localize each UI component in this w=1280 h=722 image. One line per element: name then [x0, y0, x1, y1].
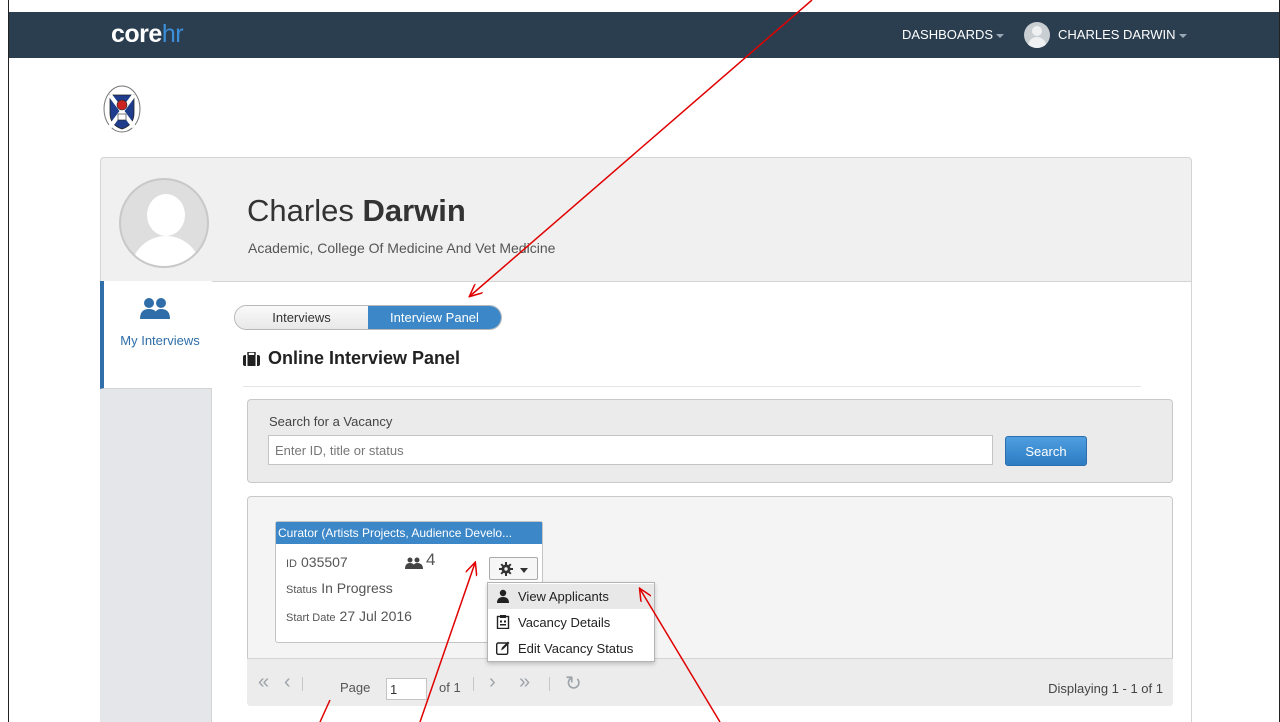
university-crest-icon [103, 85, 141, 133]
caret-down-icon [520, 568, 528, 573]
search-button[interactable]: Search [1005, 436, 1087, 466]
sidebar-item-label: My Interviews [120, 333, 200, 348]
profile-header: Charles Darwin Academic, College Of Medi… [100, 157, 1192, 283]
interview-tabs: Interviews Interview Panel [234, 305, 502, 330]
users-icon [140, 298, 170, 319]
menu-item-label: Edit Vacancy Status [518, 641, 634, 656]
edit-icon [496, 641, 510, 655]
user-avatar-icon[interactable] [1024, 22, 1050, 48]
vacancy-start-label: Start Date [286, 612, 336, 624]
tab-interview-panel[interactable]: Interview Panel [368, 306, 501, 329]
caret-down-icon [996, 33, 1005, 38]
actions-dropdown-menu: View Applicants Vacancy Details Edit Vac… [487, 582, 655, 662]
clipboard-icon [496, 615, 510, 629]
sidebar-empty [100, 389, 212, 722]
vacancy-title[interactable]: Curator (Artists Projects, Audience Deve… [276, 522, 542, 544]
vacancy-id-label: ID [286, 558, 297, 570]
caret-down-icon [1178, 33, 1187, 38]
corehr-logo[interactable]: corehr [111, 20, 184, 49]
vacancy-status-value: In Progress [321, 580, 393, 596]
menu-item-label: Vacancy Details [518, 615, 611, 630]
logo-hr-text: hr [161, 20, 184, 48]
applicants-icon [405, 557, 423, 569]
user-menu-label: CHARLES DARWIN [1058, 27, 1176, 42]
page-input[interactable] [386, 678, 427, 700]
pager-separator [549, 677, 550, 691]
applicant-count: 4 [426, 550, 436, 569]
next-page-icon[interactable]: › [489, 671, 496, 694]
vacancy-id-value: 035507 [301, 554, 348, 570]
section-title-text: Online Interview Panel [268, 348, 461, 368]
page-label: Page [340, 680, 371, 695]
vacancy-id-row: ID 035507 [286, 554, 348, 570]
vacancy-start-row: Start Date 27 Jul 2016 [286, 608, 412, 624]
dashboards-menu[interactable]: DASHBOARDS [902, 27, 1005, 42]
menu-item-label: View Applicants [518, 589, 609, 604]
menu-item-view-applicants[interactable]: View Applicants [488, 584, 654, 609]
last-page-icon[interactable]: » [519, 671, 530, 694]
dashboards-label: DASHBOARDS [902, 27, 994, 42]
briefcase-icon [243, 351, 260, 366]
pager-separator [302, 677, 303, 691]
divider [243, 386, 1141, 387]
first-page-icon[interactable]: « [258, 671, 269, 694]
user-icon [497, 589, 509, 603]
vacancy-status-row: Status In Progress [286, 580, 393, 596]
first-name: Charles [247, 193, 354, 228]
pagination-bar: « ‹ Page of 1 › » ↻ Displaying 1 - 1 of … [247, 658, 1173, 706]
pager-separator [473, 677, 474, 691]
vacancy-status-label: Status [286, 584, 318, 596]
displaying-text: Displaying 1 - 1 of 1 [1048, 681, 1163, 696]
refresh-icon[interactable]: ↻ [565, 671, 582, 696]
menu-item-edit-vacancy-status[interactable]: Edit Vacancy Status [488, 636, 654, 661]
gear-icon [499, 562, 513, 576]
last-name: Darwin [362, 193, 466, 228]
profile-avatar-icon [119, 178, 209, 268]
search-label: Search for a Vacancy [269, 414, 393, 429]
prev-page-icon[interactable]: ‹ [284, 671, 291, 694]
section-title: Online Interview Panel [243, 348, 460, 369]
search-input[interactable] [268, 435, 993, 465]
profile-role: Academic, College Of Medicine And Vet Me… [248, 240, 556, 256]
menu-item-vacancy-details[interactable]: Vacancy Details [488, 610, 654, 635]
sidebar-item-my-interviews[interactable]: My Interviews [100, 281, 212, 389]
logo-core-text: core [111, 20, 162, 48]
user-menu[interactable]: CHARLES DARWIN [1058, 27, 1187, 42]
page-of-label: of 1 [439, 680, 461, 695]
profile-name: Charles Darwin [247, 193, 466, 229]
tab-interviews[interactable]: Interviews [235, 306, 368, 329]
actions-dropdown-button[interactable] [489, 557, 538, 580]
vacancy-start-value: 27 Jul 2016 [339, 608, 412, 624]
search-panel: Search for a Vacancy Search [247, 399, 1173, 483]
top-navbar: corehr DASHBOARDS CHARLES DARWIN [9, 12, 1279, 58]
